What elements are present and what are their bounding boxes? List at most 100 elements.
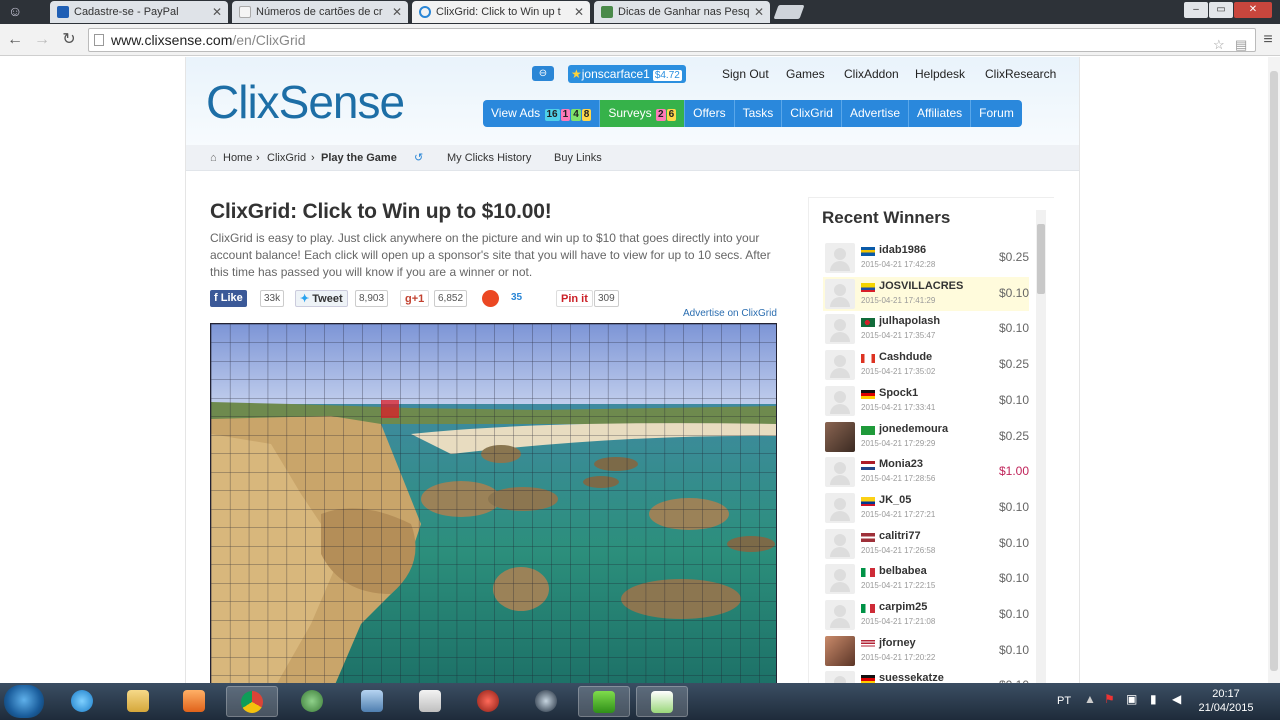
- winners-scroll-thumb[interactable]: [1037, 224, 1045, 294]
- system-clock[interactable]: 20:17 21/04/2015: [1196, 687, 1256, 715]
- bookmark-star-icon[interactable]: ☆: [1213, 34, 1225, 56]
- default-avatar-icon[interactable]: [825, 600, 855, 630]
- default-avatar-icon[interactable]: [825, 528, 855, 559]
- user-badge[interactable]: ★jonscarface1 $4.72: [568, 65, 686, 83]
- sign-out-link[interactable]: Sign Out: [722, 67, 769, 81]
- games-link[interactable]: Games: [786, 67, 825, 81]
- clixaddon-link[interactable]: ClixAddon: [844, 67, 899, 81]
- close-tab-icon[interactable]: ✕: [754, 1, 764, 23]
- volume-icon[interactable]: ◀: [1172, 692, 1181, 706]
- document-app-icon[interactable]: [404, 686, 456, 717]
- page-scroll-thumb[interactable]: [1270, 71, 1278, 671]
- new-tab-button[interactable]: [773, 5, 805, 19]
- winner-name[interactable]: Spock1: [879, 387, 918, 399]
- nav-offers[interactable]: Offers: [685, 100, 735, 127]
- winner-avatar[interactable]: [825, 635, 855, 666]
- default-avatar-icon[interactable]: [825, 671, 855, 683]
- advertise-on-clixgrid-link[interactable]: Advertise on ClixGrid: [683, 308, 777, 319]
- winner-name[interactable]: idab1986: [879, 244, 926, 256]
- remote-desktop-icon[interactable]: [346, 686, 398, 717]
- file-explorer-icon[interactable]: [112, 686, 164, 717]
- address-bar[interactable]: www.clixsense.com/en/ClixGrid ☆ ▤: [88, 28, 1256, 52]
- network-icon[interactable]: ▮: [1150, 692, 1157, 706]
- back-arrow-icon[interactable]: ←: [5, 30, 25, 50]
- extension-icon[interactable]: ▤: [1235, 34, 1247, 56]
- minimize-button[interactable]: ‒: [1184, 2, 1208, 18]
- recorder-app-icon[interactable]: [462, 686, 514, 717]
- stumbleupon-icon[interactable]: [482, 290, 499, 307]
- menu-icon[interactable]: ≡: [1258, 30, 1278, 50]
- winner-name[interactable]: JK_05: [879, 494, 911, 506]
- settings-app-icon[interactable]: [286, 686, 338, 717]
- default-avatar-icon[interactable]: [825, 314, 855, 345]
- default-avatar-icon[interactable]: [825, 243, 855, 273]
- winner-name[interactable]: calitri77: [879, 530, 921, 542]
- chrome-icon[interactable]: [226, 686, 278, 717]
- link-icon[interactable]: ⊖: [532, 66, 554, 81]
- media-player-icon[interactable]: [168, 686, 220, 717]
- buy-links-link[interactable]: Buy Links: [554, 145, 602, 171]
- default-avatar-icon[interactable]: [825, 350, 855, 381]
- clixresearch-link[interactable]: ClixResearch: [985, 67, 1056, 81]
- page-title: ClixGrid: Click to Win up to $10.00!: [210, 200, 552, 223]
- default-avatar-icon[interactable]: [825, 457, 855, 488]
- tweet-button[interactable]: ✦ Tweet: [295, 290, 348, 307]
- nav-affiliates[interactable]: Affiliates: [909, 100, 972, 127]
- nav-view-ads[interactable]: View Ads 16 1 4 8: [483, 100, 601, 127]
- refresh-icon[interactable]: ↺: [414, 145, 423, 171]
- clixsense-logo[interactable]: ClixSense: [206, 75, 405, 129]
- camtasia-recorder-icon[interactable]: [636, 686, 688, 717]
- close-tab-icon[interactable]: ✕: [212, 1, 222, 23]
- default-avatar-icon[interactable]: [825, 564, 855, 595]
- breadcrumb-home[interactable]: Home: [223, 145, 252, 171]
- default-avatar-icon[interactable]: [825, 385, 855, 416]
- winner-name[interactable]: jonedemoura: [879, 423, 948, 435]
- default-avatar-icon[interactable]: [825, 278, 855, 309]
- nav-clixgrid[interactable]: ClixGrid: [782, 100, 842, 127]
- steam-icon[interactable]: [520, 686, 572, 717]
- pinit-button[interactable]: Pin it: [556, 290, 593, 307]
- maximize-button[interactable]: ▭: [1209, 2, 1233, 18]
- start-button[interactable]: [4, 685, 44, 718]
- tray-arrow-icon[interactable]: ▲: [1084, 692, 1096, 706]
- tab-dicas[interactable]: Dicas de Ganhar nas Pesq ✕: [594, 1, 770, 23]
- helpdesk-link[interactable]: Helpdesk: [915, 67, 965, 81]
- winner-avatar[interactable]: [825, 421, 855, 452]
- nav-tasks[interactable]: Tasks: [735, 100, 783, 127]
- winner-name[interactable]: Monia23: [879, 458, 923, 470]
- facebook-like-button[interactable]: f Like: [210, 290, 247, 307]
- browser-app-icon[interactable]: ☺: [8, 3, 34, 21]
- tab-paypal[interactable]: Cadastre-se - PayPal ✕: [50, 1, 228, 23]
- winners-scrollbar[interactable]: [1036, 210, 1046, 683]
- close-window-button[interactable]: ✕: [1234, 2, 1272, 18]
- my-clicks-history-link[interactable]: My Clicks History: [447, 145, 531, 171]
- winner-row: julhapolash 2015-04-21 17:35:47 $0.10: [823, 312, 1029, 346]
- nav-surveys[interactable]: Surveys 26: [600, 100, 686, 127]
- winner-name[interactable]: Cashdude: [879, 351, 932, 363]
- close-tab-icon[interactable]: ✕: [392, 1, 402, 23]
- language-indicator[interactable]: PT: [1057, 695, 1071, 707]
- breadcrumb-clixgrid[interactable]: ClixGrid: [267, 145, 306, 171]
- winner-name[interactable]: JOSVILLACRES: [879, 280, 963, 292]
- gplus-button[interactable]: g+1: [400, 290, 430, 307]
- action-center-icon[interactable]: ⚑: [1104, 692, 1115, 706]
- close-tab-icon[interactable]: ✕: [574, 1, 584, 23]
- nav-advertise[interactable]: Advertise: [842, 100, 909, 127]
- clixgrid-game-board[interactable]: [210, 323, 777, 683]
- nav-forum[interactable]: Forum: [971, 100, 1022, 127]
- winner-name[interactable]: carpim25: [879, 601, 927, 613]
- default-avatar-icon[interactable]: [825, 492, 855, 523]
- internet-explorer-icon[interactable]: [56, 686, 108, 717]
- winner-name[interactable]: jforney: [879, 637, 916, 649]
- camtasia-icon[interactable]: [578, 686, 630, 717]
- forward-arrow-icon[interactable]: →: [32, 30, 52, 50]
- page-scrollbar[interactable]: [1268, 57, 1280, 683]
- tray-app-icon[interactable]: ▣: [1126, 692, 1137, 706]
- tab-clixgrid[interactable]: ClixGrid: Click to Win up t ✕: [412, 1, 590, 23]
- winner-name[interactable]: julhapolash: [879, 315, 940, 327]
- tab-card-numbers[interactable]: Números de cartões de cr ✕: [232, 1, 408, 23]
- reload-icon[interactable]: ↻: [59, 30, 79, 50]
- winner-name[interactable]: suessekatze: [879, 672, 944, 683]
- winner-date: 2015-04-21 17:42:28: [861, 260, 936, 269]
- winner-name[interactable]: belbabea: [879, 565, 927, 577]
